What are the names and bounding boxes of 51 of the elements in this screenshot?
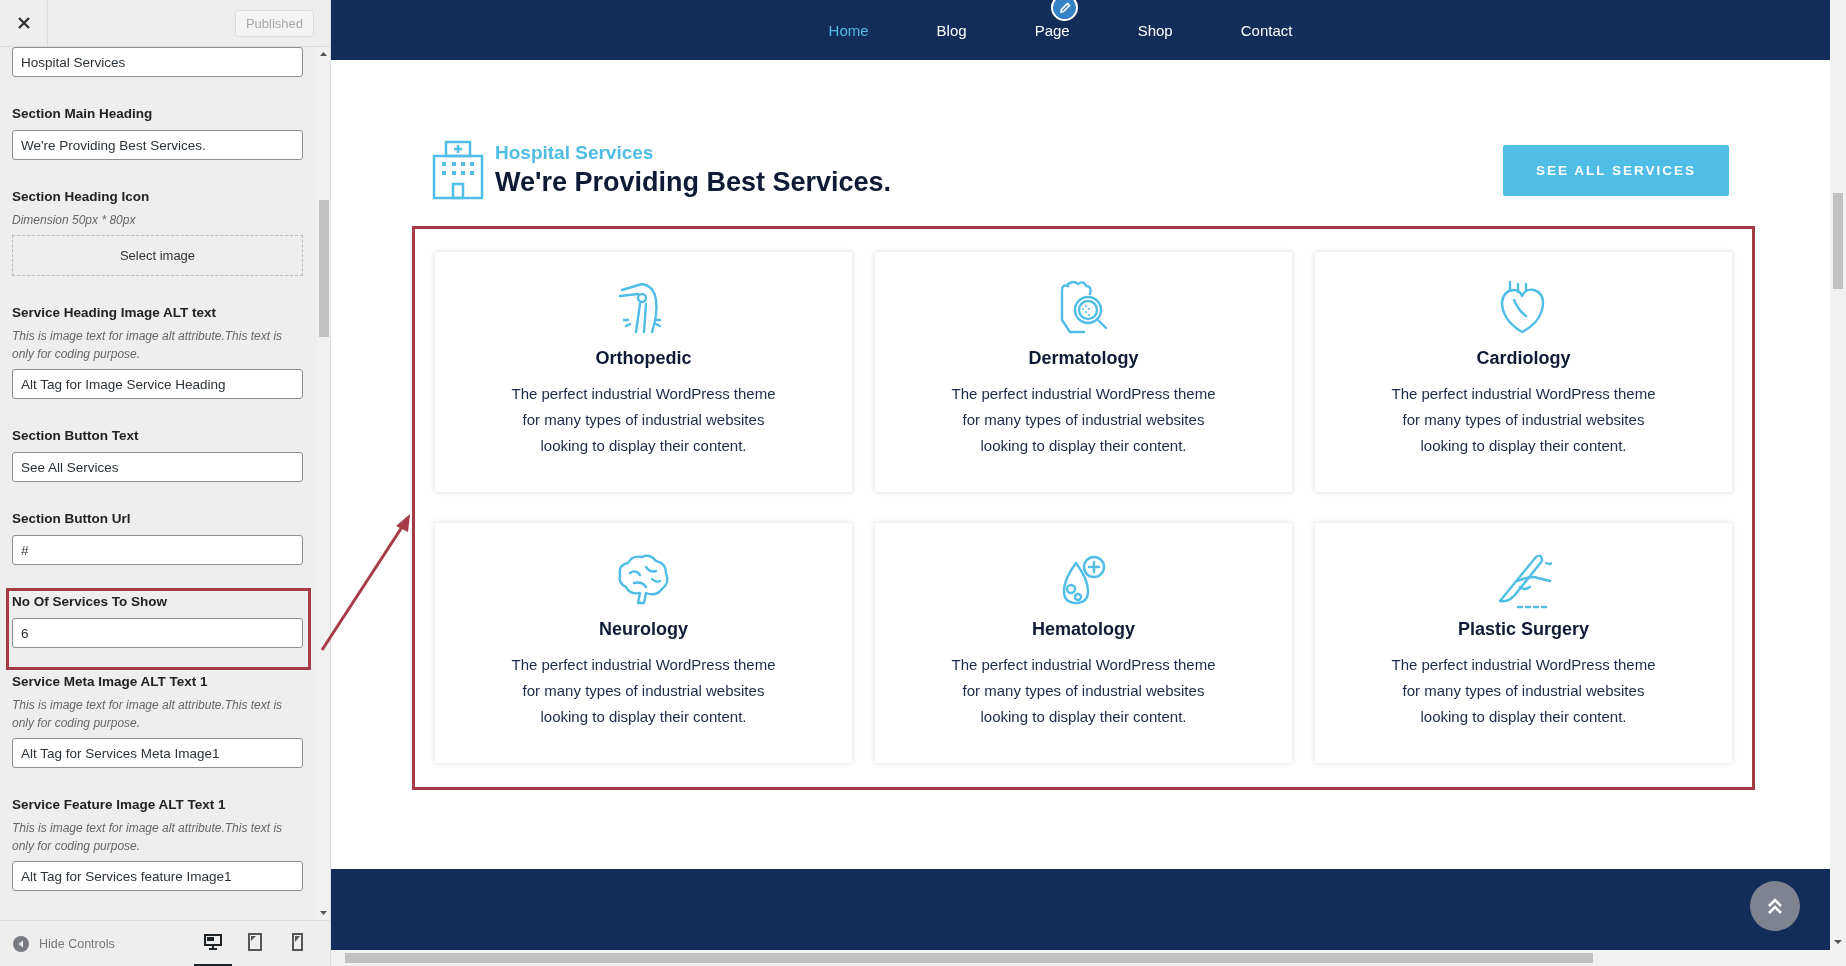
text-field[interactable]: Alt Tag for Image Service Heading — [12, 369, 303, 399]
field-label: Section Button Url — [12, 511, 132, 526]
section-subtitle: Hospital Services — [495, 142, 655, 164]
field-label: Service Heading Image ALT text — [12, 305, 218, 320]
field-label: Service Feature Image ALT Text 1 — [12, 797, 227, 812]
field-description: Dimension 50px * 80px — [12, 212, 137, 229]
nav-link[interactable]: Contact — [1240, 21, 1293, 39]
service-title: Hematology — [1032, 619, 1135, 640]
service-title: Cardiology — [1476, 348, 1571, 369]
service-title: Orthopedic — [595, 348, 692, 369]
nav-link[interactable]: Blog — [936, 21, 967, 39]
service-description: The perfect industrial WordPress theme for many types of industrial websites looking to display their content. — [510, 384, 777, 456]
scroll-top-button[interactable] — [1750, 881, 1800, 931]
text-field[interactable]: We're Providing Best Services. — [12, 130, 303, 160]
scrollbar-thumb[interactable] — [345, 953, 1593, 963]
field-label: Section Button Text — [12, 428, 140, 443]
tablet-icon — [246, 933, 264, 951]
section-heading: We're Providing Best Services. — [495, 167, 892, 198]
text-field[interactable]: # — [12, 535, 303, 565]
field-label: Service Meta Image ALT Text 1 — [12, 674, 209, 689]
service-description: The perfect industrial WordPress theme for many types of industrial websites looking to display their content. — [1390, 384, 1657, 456]
field-description: This is image text for image alt attribute.This text is only for coding purpose. — [12, 820, 284, 855]
field-label: Section Heading Icon — [12, 189, 151, 204]
pencil-icon — [1057, 0, 1072, 15]
nav-link[interactable]: Home — [828, 21, 869, 39]
field-description: This is image text for image alt attribute.This text is only for coding purpose. — [12, 697, 284, 732]
service-description: The perfect industrial WordPress theme for many types of industrial websites looking to display their content. — [950, 384, 1217, 456]
text-field[interactable]: See All Services — [12, 452, 303, 482]
service-title: Plastic Surgery — [1457, 619, 1590, 640]
text-field[interactable]: 6 — [12, 618, 303, 648]
field-label: No Of Services To Show — [12, 594, 169, 609]
service-description: The perfect industrial WordPress theme for many types of industrial websites looking to display their content. — [510, 655, 777, 727]
scrollbar-thumb[interactable] — [1833, 193, 1843, 289]
collapse-icon — [13, 935, 29, 952]
text-field[interactable]: Alt Tag for Services Meta Image1 — [12, 738, 303, 768]
text-field[interactable]: Hospital Services — [12, 47, 303, 77]
field-description: This is image text for image alt attribute.This text is only for coding purpose. — [12, 328, 284, 363]
select-image-button[interactable]: Select image — [12, 235, 303, 276]
hide-controls-link[interactable]: Hide Controls — [39, 936, 115, 951]
field-label: Section Main Heading — [12, 106, 154, 121]
text-field[interactable]: Alt Tag for Services feature Image1 — [12, 861, 303, 891]
service-description: The perfect industrial WordPress theme for many types of industrial websites looking to display their content. — [1390, 655, 1657, 727]
nav-link[interactable]: Shop — [1137, 21, 1173, 39]
nav-link[interactable]: Page — [1034, 21, 1070, 39]
service-description: The perfect industrial WordPress theme for many types of industrial websites looking to display their content. — [950, 655, 1217, 727]
service-title: Neurology — [599, 619, 688, 640]
monitor-icon — [204, 933, 222, 951]
scrollbar-thumb[interactable] — [318, 200, 329, 337]
hospital-icon — [432, 140, 484, 200]
close-icon — [17, 17, 30, 29]
service-title: Dermatology — [1028, 348, 1139, 369]
